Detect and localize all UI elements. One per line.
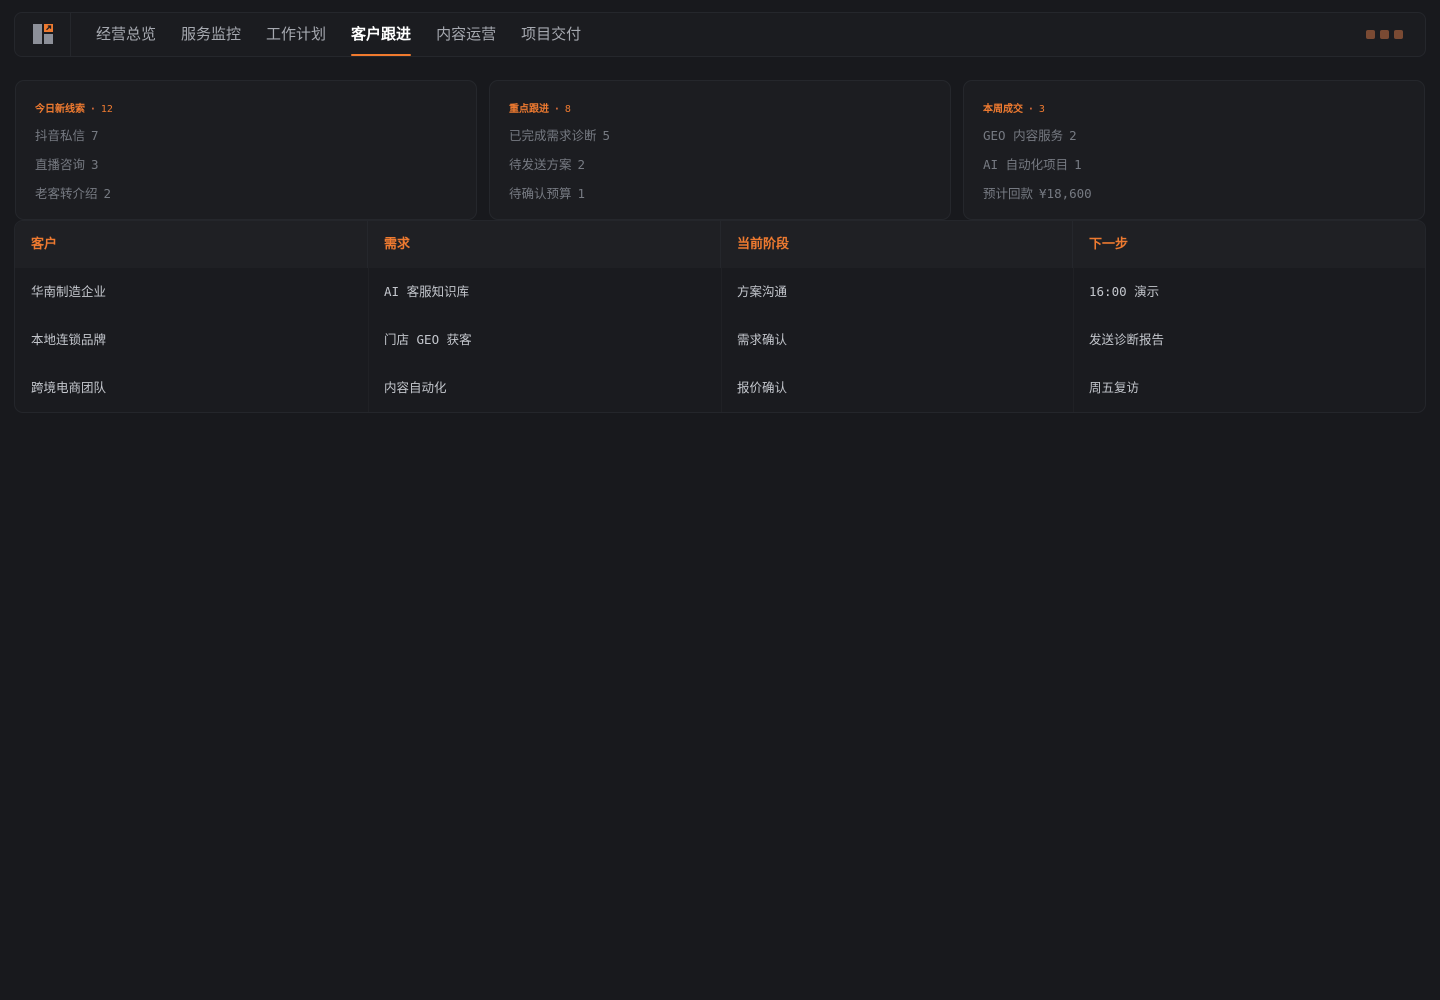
row-label: 已完成需求诊断 (509, 128, 597, 143)
table-row[interactable]: 华南制造企业 AI 客服知识库 方案沟通 16:00 演示 (15, 268, 1425, 316)
tab-content-operations[interactable]: 内容运营 (436, 13, 496, 56)
row-label: 待发送方案 (509, 157, 572, 172)
card-title: 今日新线索 · 12 (35, 104, 113, 115)
row-value: ¥18,600 (1039, 186, 1092, 201)
minimize-button[interactable] (1366, 30, 1375, 39)
card-new-leads: 今日新线索 · 12 抖音私信 7 直播咨询 3 老客转介绍 2 (15, 80, 477, 220)
cell-stage: 需求确认 (737, 332, 788, 347)
card-key-follow-up: 重点跟进 · 8 已完成需求诊断 5 待发送方案 2 待确认预算 1 (489, 80, 951, 220)
cell-need: AI 客服知识库 (384, 284, 470, 299)
cell-customer: 跨境电商团队 (31, 380, 107, 395)
tab-service-monitor[interactable]: 服务监控 (181, 13, 241, 56)
top-nav-bar: 经营总览 服务监控 工作计划 客户跟进 内容运营 项目交付 (14, 12, 1426, 57)
row-value: 7 (91, 128, 99, 143)
cell-stage: 报价确认 (737, 380, 788, 395)
card-row: 待发送方案 2 (509, 154, 585, 173)
card-title: 重点跟进 · 8 (509, 104, 571, 115)
card-title-label: 重点跟进 (509, 104, 549, 115)
cell-need: 门店 GEO 获客 (384, 332, 472, 347)
cell-customer: 本地连锁品牌 (31, 332, 107, 347)
card-count: 3 (1038, 104, 1045, 115)
cell-customer: 华南制造企业 (31, 284, 107, 299)
row-label: 待确认预算 (509, 186, 572, 201)
card-title: 本周成交 · 3 (983, 104, 1045, 115)
cell-next-step: 16:00 演示 (1089, 284, 1160, 299)
card-count: 12 (100, 104, 113, 115)
table-header: 客户 需求 当前阶段 下一步 (15, 221, 1425, 268)
card-weekly-deals: 本周成交 · 3 GEO 内容服务 2 AI 自动化项目 1 预计回款 ¥18,600 (963, 80, 1425, 220)
row-value: 1 (1074, 157, 1082, 172)
row-value: 2 (1069, 128, 1077, 143)
card-row: 老客转介绍 2 (35, 183, 111, 202)
card-row: 直播咨询 3 (35, 154, 99, 173)
row-label: 抖音私信 (35, 128, 86, 143)
row-label: 直播咨询 (35, 157, 86, 172)
table-row[interactable]: 跨境电商团队 内容自动化 报价确认 周五复访 (15, 364, 1425, 412)
maximize-button[interactable] (1380, 30, 1389, 39)
close-button[interactable] (1394, 30, 1403, 39)
tab-customer-follow-up[interactable]: 客户跟进 (351, 13, 412, 56)
row-value: 3 (91, 157, 99, 172)
card-count: 8 (564, 104, 571, 115)
row-value: 2 (103, 186, 112, 201)
customer-follow-up-table: 客户 需求 当前阶段 下一步 华南制造企业 AI 客服知识库 方案沟通 16:0… (14, 220, 1426, 413)
row-value: 1 (577, 186, 586, 201)
cell-stage: 方案沟通 (737, 284, 788, 299)
row-label: 预计回款 (983, 186, 1034, 201)
card-row: AI 自动化项目 1 (983, 154, 1082, 173)
tab-work-plan[interactable]: 工作计划 (266, 13, 326, 56)
cell-next-step: 发送诊断报告 (1089, 332, 1165, 347)
card-title-label: 本周成交 (983, 104, 1023, 115)
card-row: 已完成需求诊断 5 (509, 125, 610, 144)
main-tabs: 经营总览 服务监控 工作计划 客户跟进 内容运营 项目交付 (96, 13, 581, 56)
cell-next-step: 周五复访 (1089, 380, 1140, 395)
row-label: 老客转介绍 (35, 186, 98, 201)
cell-need: 内容自动化 (384, 380, 447, 395)
table-row[interactable]: 本地连锁品牌 门店 GEO 获客 需求确认 发送诊断报告 (15, 316, 1425, 364)
card-row: 预计回款 ¥18,600 (983, 183, 1092, 202)
row-label: GEO 内容服务 (983, 128, 1064, 143)
tab-business-overview[interactable]: 经营总览 (96, 13, 156, 56)
column-header-stage[interactable]: 当前阶段 (721, 221, 1073, 268)
row-value: 2 (577, 157, 586, 172)
card-row: 待确认预算 1 (509, 183, 585, 202)
card-row: 抖音私信 7 (35, 125, 99, 144)
app-logo[interactable] (15, 13, 71, 56)
window-controls (1366, 30, 1403, 39)
column-header-next-step[interactable]: 下一步 (1073, 221, 1425, 268)
dashboard-logo-icon (33, 24, 53, 44)
tab-project-delivery[interactable]: 项目交付 (521, 13, 581, 56)
card-title-label: 今日新线索 (35, 104, 85, 115)
row-label: AI 自动化项目 (983, 157, 1069, 172)
card-row: GEO 内容服务 2 (983, 125, 1077, 144)
row-value: 5 (602, 128, 611, 143)
column-header-customer[interactable]: 客户 (15, 221, 368, 268)
column-header-need[interactable]: 需求 (368, 221, 721, 268)
